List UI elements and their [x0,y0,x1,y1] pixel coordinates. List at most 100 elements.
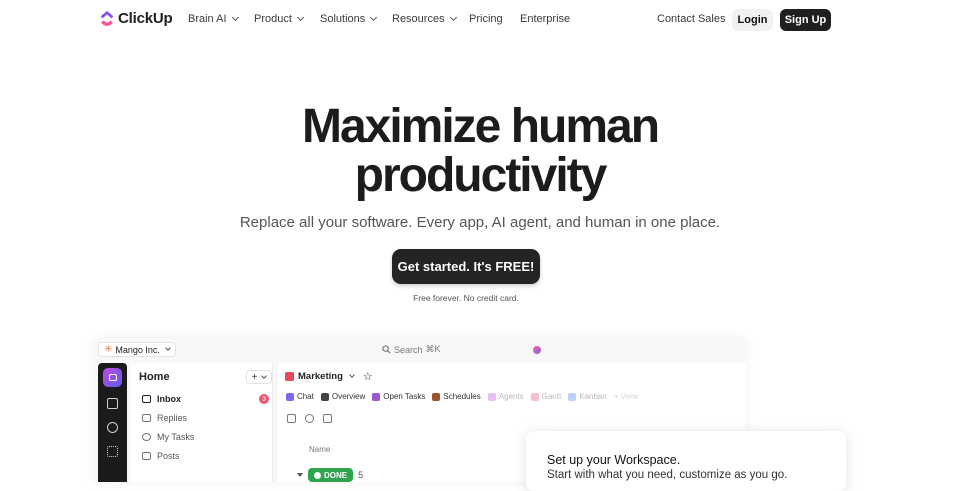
megaphone-icon [142,452,151,460]
search-icon [382,345,391,354]
tab-kanban[interactable]: Kanban [568,392,607,401]
sidebar-item-posts[interactable]: Posts [142,451,180,461]
overview-icon [320,392,329,401]
tab-label: Overview [331,392,366,401]
apps-grid-icon[interactable] [107,446,118,457]
list-icon [372,392,381,401]
tab-overview[interactable]: Overview [320,392,366,401]
plus-icon: + [251,371,258,383]
chevron-down-icon [349,372,355,378]
tab-label: Kanban [579,392,607,401]
setup-workspace-card: Set up your Workspace. Start with what y… [526,431,846,491]
column-header-name: Name [309,445,331,454]
icon-rail [98,363,127,482]
setup-subtitle: Start with what you need, customize as y… [547,469,788,481]
planner-icon[interactable] [107,398,118,409]
space-header[interactable]: Marketing ☆ [285,370,373,383]
gantt-icon [530,392,539,401]
clickup-logo-icon [100,10,114,26]
layers-icon[interactable] [287,414,296,423]
nav-product-label: Product [254,13,292,25]
chevron-down-icon [261,372,268,379]
space-name: Marketing [298,371,343,382]
star-icon[interactable]: ☆ [363,370,373,383]
hero-title-line1: Maximize human [301,100,660,153]
caret-down-icon [297,473,303,477]
nav-product[interactable]: Product [254,13,304,25]
chevron-down-icon [370,13,378,22]
sidebar-add-button[interactable]: + [246,370,272,384]
workspace-name: Mango Inc. [115,344,160,355]
ai-brain-icon[interactable] [107,422,118,433]
contact-sales-label: Contact Sales [657,13,726,25]
nav-pricing[interactable]: Pricing [469,13,503,25]
columns-icon[interactable] [323,414,332,423]
home-icon[interactable] [103,368,122,387]
status-label: DONE [324,470,348,480]
add-view-button[interactable]: + View [614,392,638,401]
sidebar-item-my-tasks[interactable]: My Tasks [142,432,194,442]
view-toolbar [287,414,332,423]
chevron-down-icon [296,13,304,22]
chat-icon [286,392,294,401]
ai-orb-icon[interactable] [533,346,541,354]
tab-label: Schedules [443,392,481,401]
hero-subtitle: Replace all your software. Every app, AI… [239,214,721,231]
tab-chat[interactable]: Chat [286,392,314,401]
hero-title-line2: productivity [354,149,608,202]
sidebar-title: Home [139,371,170,383]
nav-enterprise-label: Enterprise [520,13,571,25]
board-icon [568,392,577,401]
inbox-count-badge: 3 [259,394,269,404]
sidebar-item-label: Replies [157,413,188,423]
tab-label: Gantt [541,392,562,401]
calendar-icon [432,392,441,401]
nav-resources[interactable]: Resources [392,13,457,25]
inbox-icon [142,395,151,403]
clickup-logo[interactable]: ClickUp [100,10,173,27]
reply-icon [142,414,151,422]
agent-icon [487,392,496,401]
workspace-switcher[interactable]: ✳ Mango Inc. [98,342,176,357]
contact-sales-link[interactable]: Contact Sales [657,13,725,25]
cta-note: Free forever. No credit card. [413,293,519,303]
nav-brain-ai[interactable]: Brain AI [188,13,239,25]
search-bar[interactable]: Search ⌘K [382,344,441,355]
status-group-done[interactable]: DONE 5 [297,468,363,482]
marketing-space-icon [285,372,294,381]
tab-label: + View [613,392,638,401]
chevron-down-icon [165,345,171,351]
status-badge: DONE [308,468,354,482]
tab-open-tasks[interactable]: Open Tasks [372,392,425,401]
logo-text: ClickUp [118,10,173,27]
nav-solutions-label: Solutions [320,13,366,25]
user-icon [142,433,151,441]
sidebar-item-label: Posts [157,451,180,461]
tab-agents[interactable]: Agents [487,392,524,401]
nav-brain-ai-label: Brain AI [188,13,227,25]
check-circle-icon [314,471,321,479]
tab-label: Chat [297,392,314,401]
view-tabs: Chat Overview Open Tasks Schedules Agent… [286,392,638,401]
top-nav: ClickUp Brain AI Product Solutions Resou… [0,0,960,40]
asterisk-icon: ✳ [104,344,113,355]
sidebar-item-inbox[interactable]: Inbox [142,394,181,404]
sidebar-item-replies[interactable]: Replies [142,413,187,423]
signup-button[interactable]: Sign Up [780,9,831,31]
get-started-button[interactable]: Get started. It's FREE! [392,249,540,284]
sidebar-item-label: My Tasks [157,432,195,442]
chevron-down-icon [231,13,239,22]
tab-gantt[interactable]: Gantt [530,392,562,401]
tab-schedules[interactable]: Schedules [432,392,481,401]
app-topbar: ✳ Mango Inc. Search ⌘K [94,337,746,363]
nav-resources-label: Resources [392,13,445,25]
search-shortcut: ⌘K [425,344,441,354]
phone-icon[interactable] [305,414,314,423]
nav-enterprise[interactable]: Enterprise [520,13,570,25]
chevron-down-icon [449,13,457,22]
nav-pricing-label: Pricing [469,13,503,25]
sidebar-item-label: Inbox [157,394,181,404]
status-count: 5 [358,470,364,480]
login-button[interactable]: Login [732,9,773,31]
nav-solutions[interactable]: Solutions [320,13,378,25]
